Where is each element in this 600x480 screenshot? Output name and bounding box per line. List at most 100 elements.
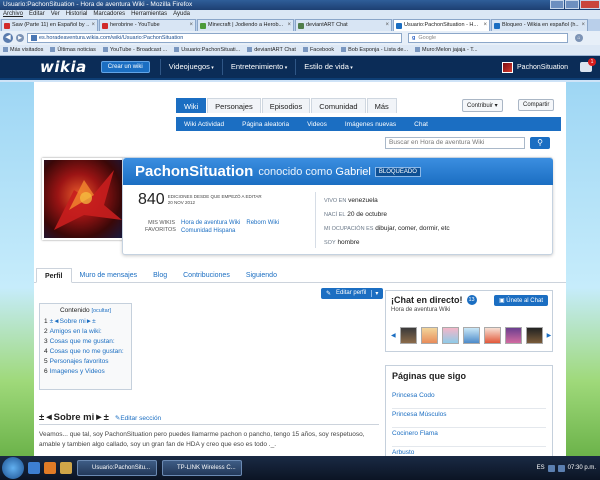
bookmark-item[interactable]: Más visitados: [3, 45, 43, 55]
bookmark-item[interactable]: Facebook: [303, 45, 334, 55]
language-indicator[interactable]: ES: [537, 465, 545, 471]
bookmark-item[interactable]: YouTube - Broadcast ...: [103, 45, 167, 55]
browser-tab[interactable]: herobrine - YouTube ×: [99, 19, 196, 31]
avatar[interactable]: [525, 327, 543, 344]
favorite-wiki-link[interactable]: Hora de aventura Wiki: [181, 220, 240, 227]
toc-item[interactable]: 6 Imagenes y Videos: [44, 367, 127, 377]
section-body: Veamos... que tal, soy PachonSituation p…: [39, 431, 365, 448]
subnav-pagina-aleatoria[interactable]: Página aleatoria: [242, 121, 289, 128]
tab-mas[interactable]: Más: [366, 98, 397, 113]
favorite-wiki-link[interactable]: Comunidad Hispana: [181, 228, 240, 235]
bookmark-item[interactable]: Usuario:PachonSituati...: [174, 45, 240, 55]
forward-arrow-icon[interactable]: ▶: [16, 34, 24, 42]
subnav-videos[interactable]: Videos: [307, 121, 327, 128]
avatar[interactable]: [462, 327, 480, 344]
browser-tab-active[interactable]: Usuario:PachonSituation - H... ×: [393, 19, 490, 31]
toc-item[interactable]: 2 Amigos en la wiki:: [44, 327, 127, 337]
avatar[interactable]: [504, 327, 522, 344]
home-icon[interactable]: ⌂: [575, 34, 583, 42]
bookmark-item[interactable]: Últimas noticias: [50, 45, 96, 55]
user-menu[interactable]: PachonSituation 1: [502, 58, 596, 73]
search-engine-box[interactable]: g Google: [408, 33, 568, 43]
bookmark-item[interactable]: Muro:Melon jajaja - T...: [415, 45, 478, 55]
fact-key: SOY: [324, 240, 336, 246]
followed-page-link[interactable]: Princesa Codo: [392, 390, 546, 409]
edit-section-link[interactable]: ✎Editar sección: [115, 414, 161, 422]
toc-hide-link[interactable]: [ocultar]: [91, 308, 111, 314]
toc-item[interactable]: 5 Personajes favoritos: [44, 357, 127, 367]
taskbar-item-firefox[interactable]: Usuario:PachonSitu...: [77, 460, 157, 476]
menu-historial[interactable]: Historial: [66, 10, 88, 19]
close-tab-icon[interactable]: ×: [287, 20, 293, 31]
tab-blog[interactable]: Blog: [145, 268, 175, 283]
tab-comunidad[interactable]: Comunidad: [311, 98, 366, 113]
create-wiki-button[interactable]: Crear un wiki: [100, 61, 150, 73]
share-button[interactable]: Compartir: [518, 99, 555, 111]
subnav-chat[interactable]: Chat: [414, 121, 428, 128]
menu-ver[interactable]: Ver: [51, 10, 60, 19]
toc-item[interactable]: 4 Cosas que no me gustan:: [44, 347, 127, 357]
nav-entretenimiento[interactable]: Entretenimiento: [221, 59, 295, 75]
menu-herramientas[interactable]: Herramientas: [131, 10, 167, 19]
edit-profile-button[interactable]: ✎ Editar perfil ▾: [321, 288, 384, 299]
avatar[interactable]: [441, 327, 459, 344]
maximize-button[interactable]: [565, 0, 579, 9]
bookmark-item[interactable]: Bob Esponja - Lista de...: [341, 45, 408, 55]
menu-marcadores[interactable]: Marcadores: [93, 10, 125, 19]
followed-page-link[interactable]: Princesa Músculos: [392, 409, 546, 428]
chevron-right-icon[interactable]: ▶: [547, 332, 552, 339]
join-chat-button[interactable]: ▣ Únete al Chat: [493, 295, 548, 306]
browser-tab[interactable]: Saw (Parte 11) en Español by ... ×: [1, 19, 98, 31]
tab-episodios[interactable]: Episodios: [261, 98, 311, 113]
close-tab-icon[interactable]: ×: [189, 20, 195, 31]
toc-item[interactable]: 3 Cosas que me gustan:: [44, 337, 127, 347]
chevron-down-icon[interactable]: ▾: [371, 290, 378, 297]
avatar[interactable]: [420, 327, 438, 344]
nav-videojuegos[interactable]: Videojuegos: [159, 59, 222, 75]
bookmark-item[interactable]: deviantART Chat: [247, 45, 296, 55]
tab-siguiendo[interactable]: Siguiendo: [238, 268, 285, 283]
followed-page-link[interactable]: Cocinero Flama: [392, 428, 546, 447]
avatar[interactable]: [483, 327, 501, 344]
subnav-wiki-actividad[interactable]: Wiki Actividad: [184, 121, 224, 128]
close-tab-icon[interactable]: ×: [385, 20, 391, 31]
start-button[interactable]: [2, 457, 24, 479]
subnav-imagenes-nuevas[interactable]: Imágenes nuevas: [345, 121, 396, 128]
chevron-left-icon[interactable]: ◀: [391, 332, 396, 339]
clock[interactable]: 07:30 p.m.: [568, 465, 596, 471]
minimize-button[interactable]: [550, 0, 564, 9]
toc-item[interactable]: 1 ±◄Sobre mi►±: [44, 317, 127, 327]
nav-estilo-de-vida[interactable]: Estilo de vida: [295, 59, 361, 75]
search-icon[interactable]: ⚲: [530, 137, 550, 149]
menu-archivo[interactable]: Archivo: [3, 10, 23, 19]
taskbar-item-tplink[interactable]: TP-LINK Wireless C...: [162, 460, 242, 476]
notifications-icon[interactable]: 1: [580, 58, 596, 72]
menu-ayuda[interactable]: Ayuda: [173, 10, 190, 19]
ie-icon[interactable]: [28, 462, 40, 474]
folder-icon[interactable]: [60, 462, 72, 474]
close-tab-icon[interactable]: ×: [483, 20, 489, 31]
close-tab-icon[interactable]: ×: [91, 20, 97, 31]
avatar[interactable]: [399, 327, 417, 344]
close-tab-icon[interactable]: ×: [581, 20, 587, 31]
firefox-icon[interactable]: [44, 462, 56, 474]
tab-perfil[interactable]: Perfil: [36, 268, 72, 283]
volume-icon[interactable]: [557, 464, 565, 472]
menu-editar[interactable]: Editar: [29, 10, 45, 19]
tab-muro[interactable]: Muro de mensajes: [72, 268, 146, 283]
tab-contribuciones[interactable]: Contribuciones: [175, 268, 238, 283]
url-bar[interactable]: es.horadeaventura.wikia.com/wiki/Usuario…: [27, 33, 402, 43]
favorite-wiki-link[interactable]: Reborn Wiki: [246, 220, 279, 227]
tab-wiki[interactable]: Wiki: [176, 98, 207, 113]
browser-tab[interactable]: Minecraft | Jodiendo a Herob... ×: [197, 19, 294, 31]
wikia-logo[interactable]: wikia: [40, 58, 87, 76]
wiki-search-input[interactable]: Buscar en Hora de aventura Wiki: [385, 137, 525, 149]
tab-personajes[interactable]: Personajes: [207, 98, 261, 113]
browser-tab[interactable]: Bloqueo - Wikia en español (h... ×: [491, 19, 588, 31]
close-window-button[interactable]: [580, 0, 600, 9]
back-arrow-icon[interactable]: ◀: [3, 33, 13, 43]
browser-tab[interactable]: deviantART Chat ×: [295, 19, 392, 31]
network-icon[interactable]: [547, 464, 555, 472]
followed-page-link[interactable]: Arbusto: [392, 447, 546, 456]
contribute-button[interactable]: Contribuir ▾: [462, 99, 503, 112]
